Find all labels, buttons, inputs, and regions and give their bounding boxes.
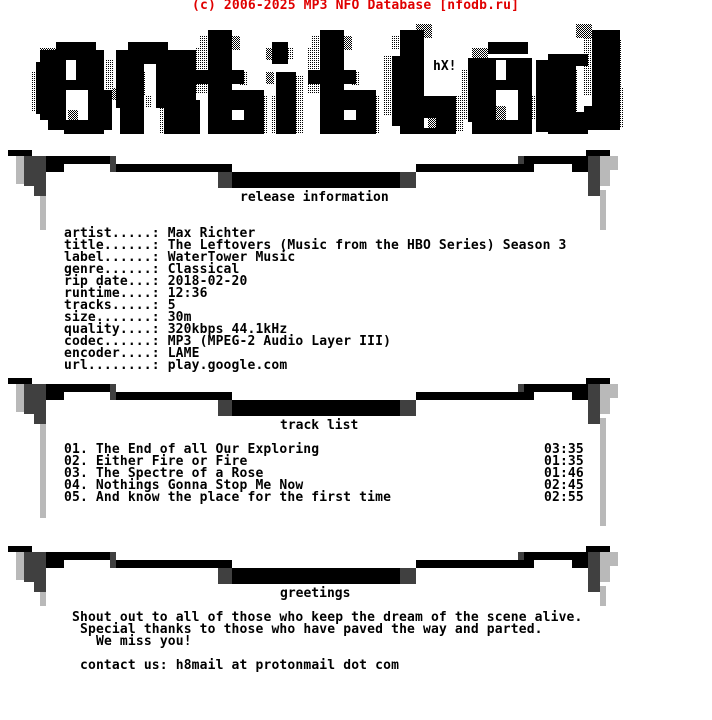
- divider-bar: [416, 560, 534, 568]
- release-info-title: release information: [240, 190, 389, 205]
- field-label: url........:: [64, 358, 168, 373]
- divider-dither: [600, 384, 610, 414]
- divider-dither: [610, 156, 618, 170]
- divider-bar: [46, 560, 64, 568]
- divider-bar: [46, 392, 64, 400]
- entitled-logo: hX!: [32, 24, 624, 134]
- divider-bar: [232, 400, 400, 416]
- divider-bar: [46, 156, 110, 164]
- contact-line: contact us: h8mail at protonmail dot com: [80, 658, 400, 673]
- divider-dither: [588, 552, 600, 592]
- divider-dither: [600, 552, 610, 582]
- logo-letter-e: [32, 42, 112, 134]
- tracklist-left-border: [40, 438, 46, 518]
- logo-tag: hX!: [433, 59, 456, 74]
- greeting-line: We miss you!: [96, 634, 192, 649]
- divider-bar: [232, 172, 400, 188]
- divider-side-drip: [40, 586, 46, 606]
- tracklist-right-border: [600, 438, 606, 526]
- track-row: 05. And know the place for the first tim…: [64, 490, 392, 505]
- logo-letter-l: [384, 24, 464, 134]
- divider-dither: [16, 156, 24, 184]
- divider-bar: [524, 156, 588, 164]
- divider-dither: [24, 384, 34, 414]
- divider-bar: [572, 560, 588, 568]
- field-value: MP3 (MPEG-2 Audio Layer III): [167, 334, 392, 349]
- divider-dither: [588, 384, 600, 424]
- divider-bar: [524, 552, 588, 560]
- logo-letter-e2: [462, 42, 536, 134]
- divider-bar: [46, 164, 64, 172]
- release-field-row: url........: play.google.com: [64, 358, 288, 373]
- divider-bar: [116, 392, 232, 400]
- divider-bar: [116, 164, 232, 172]
- divider-dither: [610, 384, 618, 398]
- field-value[interactable]: play.google.com: [168, 358, 288, 373]
- divider-bar: [46, 384, 110, 392]
- divider-dither: [16, 552, 24, 580]
- divider-bar: [572, 164, 588, 172]
- divider-dither: [588, 156, 600, 196]
- track-duration: 02:55: [544, 490, 584, 505]
- divider-bar: [116, 560, 232, 568]
- divider-dither: [610, 552, 618, 566]
- logo-letter-t2: [308, 30, 380, 134]
- divider-bar: [232, 568, 400, 584]
- divider-dither: [24, 156, 34, 186]
- divider-dither: [24, 552, 34, 582]
- divider-bar: [524, 384, 588, 392]
- divider-dither: [400, 400, 416, 416]
- track-list-title: track list: [280, 418, 359, 433]
- greetings-title: greetings: [280, 586, 351, 601]
- divider-bar: [416, 392, 534, 400]
- logo-letter-d: [536, 24, 624, 134]
- divider-dither: [16, 384, 24, 412]
- divider-bar: [46, 552, 110, 560]
- divider-dither: [400, 568, 416, 584]
- divider-dither: [218, 172, 232, 188]
- logo-letter-n: [106, 42, 200, 134]
- divider-dither: [218, 568, 232, 584]
- divider-dither: [400, 172, 416, 188]
- divider-side-drip: [40, 190, 46, 230]
- divider-dither: [600, 156, 610, 186]
- logo-letter-t: [196, 30, 268, 134]
- logo-letter-i: [266, 42, 304, 134]
- divider-dither: [218, 400, 232, 416]
- divider-bar: [416, 164, 534, 172]
- divider-side-drip: [600, 190, 606, 230]
- divider-side-drip: [600, 586, 606, 606]
- divider-side-drip: [40, 418, 46, 438]
- divider-side-drip: [600, 418, 606, 438]
- divider-bar: [572, 392, 588, 400]
- section-divider-greetings: [0, 546, 712, 606]
